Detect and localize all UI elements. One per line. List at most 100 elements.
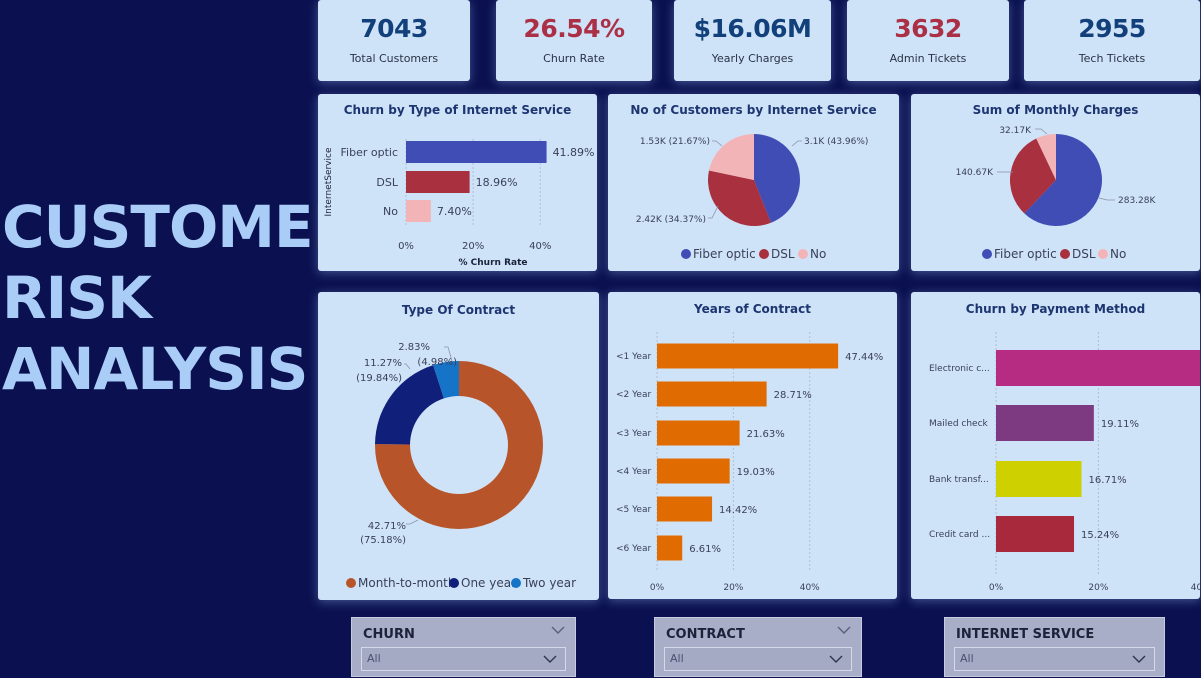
chart-churn-by-payment-method[interactable]: Churn by Payment Method Electronic c...4… bbox=[911, 292, 1200, 599]
x-axis-label: % Churn Rate bbox=[459, 258, 528, 268]
monthly-charges-pie-chart: 283.28K 140.67K 32.17K Fiber optic DSL No bbox=[956, 126, 1157, 261]
chart-customers-by-internet-service[interactable]: No of Customers by Internet Service 3.1K… bbox=[608, 94, 899, 271]
data-label: 47.44% bbox=[845, 352, 883, 363]
data-label: 7.40% bbox=[437, 205, 472, 218]
dropdown-value: All bbox=[960, 652, 974, 665]
x-tick-label: 20% bbox=[462, 241, 484, 252]
bar bbox=[996, 516, 1075, 552]
slicer-internet-service[interactable]: INTERNET SERVICE All bbox=[944, 617, 1165, 677]
kpi-tech-tickets[interactable]: 2955 Tech Tickets bbox=[1024, 0, 1200, 81]
category-label: Bank transf... bbox=[929, 475, 989, 485]
chevron-down-icon bbox=[543, 655, 557, 663]
data-label: 283.28K bbox=[1118, 196, 1156, 206]
data-label: (4.98%) bbox=[417, 357, 457, 368]
legend-marker bbox=[1098, 249, 1108, 259]
dropdown-value: All bbox=[367, 652, 381, 665]
slicer-contract[interactable]: CONTRACT All bbox=[654, 617, 862, 677]
category-label: <3 Year bbox=[616, 429, 651, 439]
legend-label: Month-to-month bbox=[358, 576, 456, 590]
legend-label: Fiber optic bbox=[994, 247, 1057, 261]
slicer-title: CHURN bbox=[363, 627, 415, 642]
data-label: 3.1K (43.96%) bbox=[804, 137, 868, 147]
data-label: 19.11% bbox=[1101, 419, 1139, 430]
leader-line bbox=[1098, 197, 1115, 201]
category-label: DSL bbox=[376, 176, 398, 189]
kpi-total-customers[interactable]: 7043 Total Customers bbox=[318, 0, 470, 81]
data-label: 6.61% bbox=[689, 544, 721, 555]
x-tick-label: 20% bbox=[723, 583, 743, 593]
bar bbox=[657, 496, 713, 522]
churn-dropdown[interactable]: All bbox=[361, 647, 566, 671]
y-axis-label: InternetService bbox=[324, 147, 334, 216]
chart-type-of-contract[interactable]: Type Of Contract 42.71% (75.18%) 11.27% (19… bbox=[318, 292, 599, 600]
category-label: <2 Year bbox=[616, 390, 651, 400]
bar bbox=[657, 420, 740, 446]
kpi-label: Tech Tickets bbox=[1078, 52, 1146, 65]
internet-service-dropdown[interactable]: All bbox=[954, 647, 1155, 671]
bar bbox=[657, 343, 839, 369]
kpi-value: 2955 bbox=[1078, 14, 1146, 43]
data-label: 28.71% bbox=[774, 390, 812, 401]
kpi-admin-tickets[interactable]: 3632 Admin Tickets bbox=[847, 0, 1009, 81]
chevron-down-icon bbox=[829, 655, 843, 663]
data-label: 15.24% bbox=[1081, 530, 1119, 541]
x-tick-label: 40% bbox=[800, 583, 820, 593]
x-tick-label: 0% bbox=[989, 583, 1004, 593]
legend-marker bbox=[346, 578, 356, 588]
chart-years-of-contract[interactable]: Years of Contract <1 Year 47.44% <2 Year 28… bbox=[608, 292, 897, 599]
chevron-down-icon[interactable] bbox=[551, 625, 565, 635]
kpi-value: 3632 bbox=[894, 14, 962, 43]
chart-monthly-charges[interactable]: Sum of Monthly Charges 283.28K 140.67K 32.… bbox=[911, 94, 1200, 271]
data-label: 41.89% bbox=[553, 146, 595, 159]
category-label: Credit card ... bbox=[929, 530, 990, 540]
legend-marker bbox=[449, 578, 459, 588]
contract-dropdown[interactable]: All bbox=[664, 647, 852, 671]
bar bbox=[996, 405, 1094, 441]
data-label: (75.18%) bbox=[360, 535, 406, 546]
leader-line bbox=[791, 140, 802, 147]
kpi-label: Admin Tickets bbox=[889, 52, 967, 65]
internet-churn-bar-chart: Fiber optic 41.89% DSL 18.96% No 7.40% 0% 20% 40… bbox=[324, 139, 595, 268]
x-tick-label: 40% bbox=[1191, 583, 1200, 593]
kpi-label: Total Customers bbox=[349, 52, 439, 65]
slicer-title: INTERNET SERVICE bbox=[956, 627, 1095, 642]
legend-label: Fiber optic bbox=[693, 247, 756, 261]
data-label: 140.67K bbox=[956, 168, 994, 178]
legend-label: DSL bbox=[1072, 247, 1096, 261]
category-label: <5 Year bbox=[616, 505, 651, 515]
category-label: <6 Year bbox=[616, 544, 651, 554]
kpi-label: Yearly Charges bbox=[711, 52, 794, 65]
category-label: Fiber optic bbox=[341, 146, 398, 159]
category-label: Electronic c... bbox=[929, 364, 990, 374]
legend-marker bbox=[681, 249, 691, 259]
bar bbox=[657, 381, 767, 407]
chevron-down-icon[interactable] bbox=[837, 625, 851, 635]
chart-churn-by-internet-service[interactable]: Churn by Type of Internet Service Fiber … bbox=[318, 94, 597, 271]
category-label: <4 Year bbox=[616, 467, 651, 477]
kpi-yearly-charges[interactable]: $16.06M Yearly Charges bbox=[674, 0, 831, 81]
data-label: 42.71% bbox=[368, 521, 406, 532]
kpi-churn-rate[interactable]: 26.54% Churn Rate bbox=[496, 0, 652, 81]
bar bbox=[996, 350, 1200, 386]
bar bbox=[657, 458, 730, 484]
data-label: 18.96% bbox=[476, 176, 518, 189]
category-label: <1 Year bbox=[616, 352, 651, 362]
title-line-1: CUSTOMER bbox=[2, 193, 357, 261]
leader-line bbox=[406, 519, 419, 525]
years-of-contract-bar-chart: <1 Year 47.44% <2 Year 28.71% <3 Year 21.63% <… bbox=[616, 332, 883, 593]
title-line-3: ANALYSIS bbox=[2, 335, 308, 403]
data-label: 2.83% bbox=[398, 342, 430, 353]
x-tick-label: 20% bbox=[1088, 583, 1108, 593]
category-label: Mailed check bbox=[929, 419, 989, 429]
dashboard-title: CUSTOMER RISK ANALYSIS bbox=[2, 192, 357, 405]
leader-line bbox=[708, 205, 719, 219]
data-label: 16.71% bbox=[1089, 475, 1127, 486]
payment-method-bar-chart: Electronic c...45.29%Mailed check19.11%B… bbox=[929, 332, 1200, 593]
data-label: 19.03% bbox=[737, 467, 775, 478]
bar bbox=[406, 171, 470, 193]
bar bbox=[996, 461, 1082, 497]
slicer-churn[interactable]: CHURN All bbox=[351, 617, 576, 677]
legend-label: No bbox=[810, 247, 826, 261]
legend-marker bbox=[982, 249, 992, 259]
category-label: No bbox=[383, 205, 398, 218]
